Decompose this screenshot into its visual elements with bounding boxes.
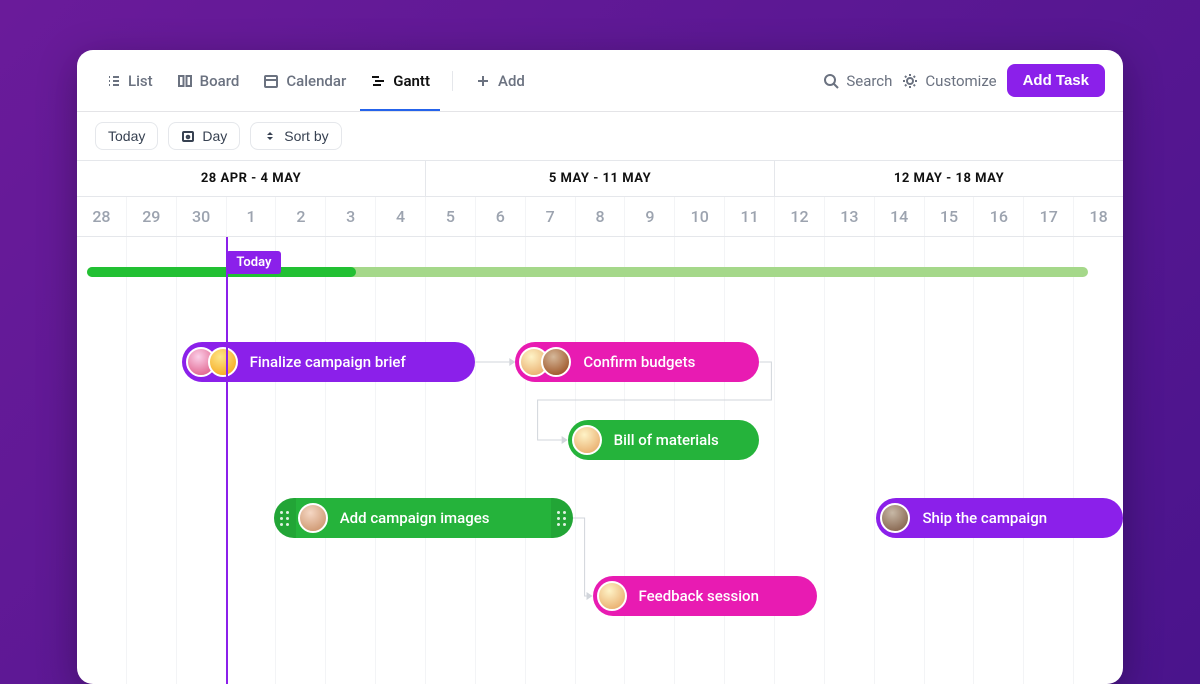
day-button[interactable]: Day (168, 122, 240, 150)
task-bar[interactable]: Feedback session (593, 576, 817, 616)
task-label: Add campaign images (338, 509, 490, 527)
tab-list[interactable]: List (95, 66, 163, 96)
grid-columns (77, 237, 1123, 684)
today-line (226, 237, 228, 684)
avatars (298, 503, 328, 533)
day-cell: 17 (1024, 197, 1074, 236)
today-button[interactable]: Today (95, 122, 158, 150)
app-window: List Board Calendar Gantt Add (77, 50, 1123, 684)
gantt-icon (370, 73, 386, 89)
today-badge: Today (226, 251, 281, 274)
week-header: 28 APR - 4 MAY (77, 161, 426, 196)
avatars (519, 347, 571, 377)
task-bar[interactable]: Bill of materials (568, 420, 760, 460)
sortby-label: Sort by (284, 128, 328, 144)
avatars (597, 581, 627, 611)
day-cell: 2 (276, 197, 326, 236)
day-cell: 13 (825, 197, 875, 236)
task-label: Finalize campaign brief (248, 353, 406, 371)
tab-gantt[interactable]: Gantt (360, 66, 440, 96)
search-link[interactable]: Search (823, 72, 892, 90)
gantt-area[interactable]: Today Finalize campaign brief Confirm budg… (77, 237, 1123, 684)
top-nav: List Board Calendar Gantt Add (77, 50, 1123, 112)
customize-link[interactable]: Customize (902, 72, 996, 90)
day-cell: 3 (326, 197, 376, 236)
add-task-button[interactable]: Add Task (1007, 64, 1105, 97)
day-cell: 30 (177, 197, 227, 236)
task-label: Ship the campaign (920, 509, 1047, 527)
search-label: Search (846, 72, 892, 90)
day-cell: 28 (77, 197, 127, 236)
day-cell: 16 (974, 197, 1024, 236)
avatar (880, 503, 910, 533)
task-bar[interactable]: Add campaign images (274, 498, 573, 538)
separator (452, 71, 453, 91)
day-cell: 7 (526, 197, 576, 236)
day-headers: 282930123456789101112131415161718 (77, 197, 1123, 237)
day-cell: 1 (227, 197, 277, 236)
task-label: Feedback session (637, 587, 759, 605)
day-label: Day (202, 128, 227, 144)
tab-label: Board (200, 72, 240, 90)
avatar (208, 347, 238, 377)
tab-label: Calendar (286, 72, 346, 90)
avatar (597, 581, 627, 611)
toolbar: Today Day Sort by (77, 112, 1123, 160)
day-cell: 29 (127, 197, 177, 236)
day-cell: 11 (725, 197, 775, 236)
board-icon (177, 73, 193, 89)
day-cell: 5 (426, 197, 476, 236)
search-icon (823, 73, 839, 89)
task-bar[interactable]: Confirm budgets (515, 342, 759, 382)
day-cell: 6 (476, 197, 526, 236)
tab-board[interactable]: Board (167, 66, 250, 96)
tab-label: List (128, 72, 153, 90)
top-right-actions: Search Customize Add Task (823, 64, 1105, 97)
avatars (572, 425, 602, 455)
avatar (572, 425, 602, 455)
day-cell: 9 (625, 197, 675, 236)
gear-icon (902, 73, 918, 89)
avatar (298, 503, 328, 533)
customize-label: Customize (925, 72, 996, 90)
week-headers: 28 APR - 4 MAY 5 MAY - 11 MAY 12 MAY - 1… (77, 160, 1123, 197)
day-cell: 14 (875, 197, 925, 236)
week-header: 12 MAY - 18 MAY (775, 161, 1123, 196)
task-label: Confirm budgets (581, 353, 695, 371)
calendar-icon (263, 73, 279, 89)
sort-icon (263, 129, 277, 143)
list-icon (105, 73, 121, 89)
sortby-button[interactable]: Sort by (250, 122, 341, 150)
day-cell: 8 (576, 197, 626, 236)
tab-label: Gantt (393, 72, 430, 90)
tab-add-view[interactable]: Add (465, 66, 535, 96)
day-cell: 12 (775, 197, 825, 236)
tab-calendar[interactable]: Calendar (253, 66, 356, 96)
avatars (880, 503, 910, 533)
day-icon (181, 129, 195, 143)
avatars (186, 347, 238, 377)
tab-label: Add (498, 72, 525, 90)
view-tabs: List Board Calendar Gantt Add (95, 66, 535, 96)
day-cell: 18 (1074, 197, 1123, 236)
avatar (541, 347, 571, 377)
task-label: Bill of materials (612, 431, 719, 449)
day-cell: 15 (925, 197, 975, 236)
day-cell: 10 (675, 197, 725, 236)
day-cell: 4 (376, 197, 426, 236)
today-label: Today (108, 128, 145, 144)
week-header: 5 MAY - 11 MAY (426, 161, 775, 196)
plus-icon (475, 73, 491, 89)
task-bar[interactable]: Ship the campaign (876, 498, 1123, 538)
